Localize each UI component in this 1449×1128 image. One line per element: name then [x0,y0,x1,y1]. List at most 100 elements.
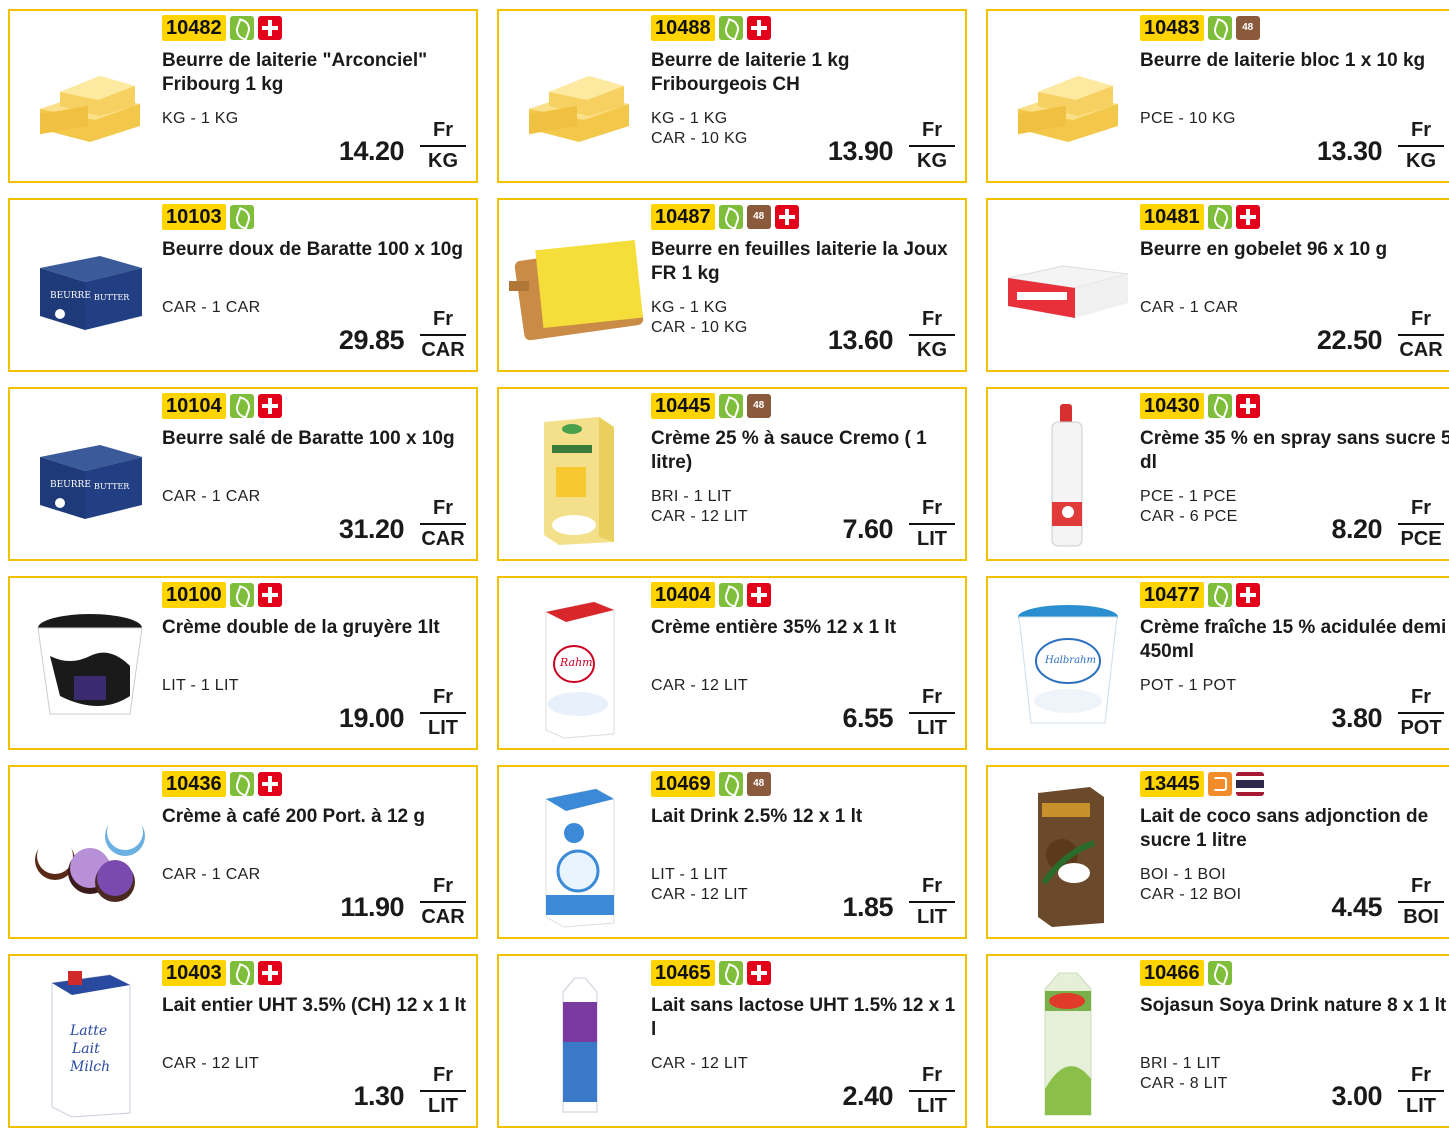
price-per-unit: Fr CAR [420,875,466,929]
article-number-badge: 10465 [651,960,715,986]
product-card[interactable]: 10469 48 Lait Drink 2.5% 12 x 1 lt LIT - 1 … [497,765,967,939]
currency-label: Fr [420,308,466,336]
product-name[interactable]: Crème double de la gruyère 1lt [162,616,474,640]
product-name[interactable]: Beurre en gobelet 96 x 10 g [1140,238,1449,262]
product-name[interactable]: Crème 25 % à sauce Cremo ( 1 litre) [651,427,963,475]
product-tag-row: 10469 48 [651,771,771,797]
packaging-unit: CAR - 10 KG [651,319,748,336]
price-per-unit: Fr PCE [1398,497,1444,551]
unit-label: LIT [917,717,947,739]
product-name[interactable]: Lait de coco sans adjonction de sucre 1 … [1140,805,1449,853]
packaging-unit: BRI - 1 LIT [1140,1055,1221,1072]
product-info: 10466 Sojasun Soya Drink nature 8 x 1 lt B… [1140,956,1449,1126]
product-tag-row: 10436 [162,771,282,797]
unit-label: KG [428,150,458,172]
price-value: 3.80 [1331,703,1382,733]
product-info: 10104 Beurre salé de Baratte 100 x 10g CAR… [162,389,476,559]
ambient-icon [1207,772,1232,796]
product-name[interactable]: Beurre de laiterie bloc 1 x 10 kg [1140,49,1449,73]
product-name[interactable]: Lait sans lactose UHT 1.5% 12 x 1 l [651,994,963,1042]
product-image: Halbrahm [998,592,1138,740]
currency-label: Fr [420,875,466,903]
article-number-badge: 10404 [651,582,715,608]
packaging-unit: LIT - 1 LIT [651,866,728,883]
48h-icon: 48 [746,772,771,796]
packaging-unit: CAR - 12 LIT [651,677,748,694]
product-name[interactable]: Crème fraîche 15 % acidulée demi 450ml [1140,616,1449,664]
product-name[interactable]: Crème à café 200 Port. à 12 g [162,805,474,829]
packaging-unit: CAR - 12 LIT [651,1055,748,1072]
product-image [20,781,160,929]
price-value: 13.60 [827,325,894,355]
svg-text:BUTTER: BUTTER [94,482,130,491]
product-card[interactable]: Latte Lait Milch 10403 Lait entier UHT 3.5% … [8,954,478,1128]
article-number-badge: 10104 [162,393,226,419]
product-name[interactable]: Lait entier UHT 3.5% (CH) 12 x 1 lt [162,994,474,1018]
currency-label: Fr [909,1064,955,1092]
currency-label: Fr [420,497,466,525]
price-value: 2.40 [842,1081,893,1111]
product-card[interactable]: 10100 Crème double de la gruyère 1lt LIT -… [8,576,478,750]
product-card[interactable]: 10483 48 Beurre de laiterie bloc 1 x 10 kg… [986,9,1449,183]
product-card[interactable]: BEURRE BUTTER 10103 Beurre doux de Baratte … [8,198,478,372]
product-name[interactable]: Beurre en feuilles laiterie la Joux FR 1… [651,238,963,286]
product-tag-row: 10483 48 [1140,15,1260,41]
price-value: 4.45 [1331,892,1382,922]
packaging-unit: CAR - 12 LIT [651,886,748,903]
product-card[interactable]: 13445 Lait de coco sans adjonction de suc… [986,765,1449,939]
product-name[interactable]: Beurre de laiterie "Arconciel" Fribourg … [162,49,474,97]
product-card[interactable]: 10436 Crème à café 200 Port. à 12 g CAR - … [8,765,478,939]
product-card[interactable]: 10445 48 Crème 25 % à sauce Cremo ( 1 litr… [497,387,967,561]
product-card[interactable]: 10466 Sojasun Soya Drink nature 8 x 1 lt B… [986,954,1449,1128]
price-per-unit: Fr CAR [420,308,466,362]
leaf-icon [229,205,254,229]
price-value: 6.55 [842,703,893,733]
unit-label: CAR [1399,339,1443,361]
swiss-flag-icon [1235,583,1260,607]
packaging-unit: KG - 1 KG [651,110,728,127]
product-name[interactable]: Sojasun Soya Drink nature 8 x 1 lt [1140,994,1449,1018]
packaging-unit: CAR - 12 LIT [162,1055,259,1072]
leaf-icon [718,394,743,418]
product-tag-row: 10430 [1140,393,1260,419]
product-info: 10477 Crème fraîche 15 % acidulée demi 45… [1140,578,1449,748]
product-info: 10481 Beurre en gobelet 96 x 10 g CAR - 1 … [1140,200,1449,370]
unit-label: KG [917,150,947,172]
price-value: 19.00 [338,703,405,733]
product-name[interactable]: Lait Drink 2.5% 12 x 1 lt [651,805,963,829]
price-per-unit: Fr KG [420,119,466,173]
unit-label: LIT [1406,1095,1436,1117]
svg-text:Halbrahm: Halbrahm [1044,655,1096,666]
product-image [998,25,1138,173]
product-card[interactable]: 10488 Beurre de laiterie 1 kg Fribourgeoi… [497,9,967,183]
unit-label: POT [1400,717,1442,739]
swiss-flag-icon [257,16,282,40]
svg-text:Lait: Lait [71,1041,100,1057]
product-card[interactable]: 10482 Beurre de laiterie "Arconciel" Frib… [8,9,478,183]
product-name[interactable]: Crème entière 35% 12 x 1 lt [651,616,963,640]
swiss-flag-icon [746,16,771,40]
product-card[interactable]: 10481 Beurre en gobelet 96 x 10 g CAR - 1 … [986,198,1449,372]
product-name[interactable]: Beurre doux de Baratte 100 x 10g [162,238,474,262]
product-card[interactable]: 10430 Crème 35 % en spray sans sucre 5 dl… [986,387,1449,561]
leaf-icon [1207,961,1232,985]
leaf-icon [718,16,743,40]
product-name[interactable]: Beurre de laiterie 1 kg Fribourgeois CH [651,49,963,97]
leaf-icon [229,394,254,418]
leaf-icon [229,772,254,796]
swiss-flag-icon [746,583,771,607]
product-name[interactable]: Crème 35 % en spray sans sucre 5 dl [1140,427,1449,475]
packaging-unit: KG - 1 KG [162,110,239,127]
article-number-badge: 10436 [162,771,226,797]
product-info: 10482 Beurre de laiterie "Arconciel" Frib… [162,11,476,181]
product-card[interactable]: 10465 Lait sans lactose UHT 1.5% 12 x 1 l… [497,954,967,1128]
product-card[interactable]: BEURRE BUTTER 10104 Beurre salé de Baratte … [8,387,478,561]
product-card[interactable]: Halbrahm 10477 Crème fraîche 15 % acidulée… [986,576,1449,750]
article-number-badge: 10445 [651,393,715,419]
product-card[interactable]: 10487 48 Beurre en feuilles laiterie la Jo… [497,198,967,372]
product-image [998,214,1138,362]
product-card[interactable]: Rahm 10404 Crème entière 35% 12 x 1 lt CAR … [497,576,967,750]
article-number-badge: 10483 [1140,15,1204,41]
unit-label: LIT [917,1095,947,1117]
product-name[interactable]: Beurre salé de Baratte 100 x 10g [162,427,474,451]
